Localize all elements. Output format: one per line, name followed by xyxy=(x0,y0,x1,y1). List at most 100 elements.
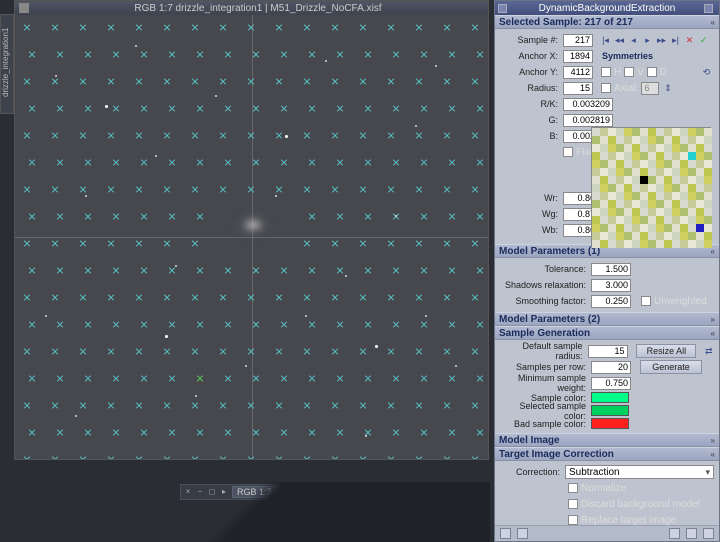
sample-marker[interactable] xyxy=(56,320,64,328)
sample-marker[interactable] xyxy=(443,185,451,193)
radius-input[interactable] xyxy=(563,82,593,95)
taskbar-item[interactable]: RGB 1:7 drizzle_integration1_DBE | <*ne.… xyxy=(232,486,436,498)
sample-marker[interactable] xyxy=(224,320,232,328)
sample-marker[interactable] xyxy=(191,347,199,355)
sample-marker[interactable] xyxy=(336,212,344,220)
sample-marker[interactable] xyxy=(476,104,484,112)
bad-color-swatch[interactable] xyxy=(591,418,629,429)
sample-marker[interactable] xyxy=(415,77,423,85)
sample-marker[interactable] xyxy=(79,239,87,247)
sample-marker[interactable] xyxy=(252,158,260,166)
sample-marker[interactable] xyxy=(359,401,367,409)
sample-marker[interactable] xyxy=(303,77,311,85)
sample-marker[interactable] xyxy=(331,347,339,355)
sample-marker[interactable] xyxy=(392,104,400,112)
sample-marker[interactable] xyxy=(196,266,204,274)
sample-marker[interactable] xyxy=(140,212,148,220)
sample-marker[interactable] xyxy=(471,455,479,459)
taskbar-menu-icon[interactable]: ▸ xyxy=(220,488,228,496)
taskbar-close-icon[interactable]: × xyxy=(184,488,192,496)
sample-marker[interactable] xyxy=(51,131,59,139)
image-canvas[interactable] xyxy=(15,15,488,459)
sample-marker[interactable] xyxy=(163,185,171,193)
image-window-titlebar[interactable]: RGB 1:7 drizzle_integration1 | M51_Drizz… xyxy=(15,1,488,15)
sample-marker[interactable] xyxy=(23,347,31,355)
sample-marker[interactable] xyxy=(219,23,227,31)
sample-marker[interactable] xyxy=(219,293,227,301)
sample-marker[interactable] xyxy=(443,455,451,459)
sample-marker[interactable] xyxy=(112,104,120,112)
sample-marker[interactable] xyxy=(392,50,400,58)
sample-marker[interactable] xyxy=(420,374,428,382)
sel-color-swatch[interactable] xyxy=(591,405,629,416)
sample-marker[interactable] xyxy=(448,320,456,328)
sample-marker[interactable] xyxy=(252,428,260,436)
sample-marker[interactable] xyxy=(28,320,36,328)
sample-marker[interactable] xyxy=(28,104,36,112)
image-side-tab[interactable]: drizzle_integration1 xyxy=(0,14,14,114)
tolerance-input[interactable] xyxy=(591,263,631,276)
sample-marker[interactable] xyxy=(415,131,423,139)
sample-marker[interactable] xyxy=(79,347,87,355)
sample-marker[interactable] xyxy=(23,401,31,409)
sample-marker[interactable] xyxy=(135,293,143,301)
discard-checkbox[interactable] xyxy=(568,499,578,509)
sample-marker[interactable] xyxy=(107,131,115,139)
sample-marker[interactable] xyxy=(191,131,199,139)
sample-marker[interactable] xyxy=(135,185,143,193)
sample-marker[interactable] xyxy=(79,131,87,139)
docs-icon[interactable] xyxy=(669,528,680,539)
sample-marker[interactable] xyxy=(308,374,316,382)
sample-marker[interactable] xyxy=(471,293,479,301)
sample-marker[interactable] xyxy=(415,185,423,193)
sample-marker[interactable] xyxy=(112,428,120,436)
sample-marker[interactable] xyxy=(392,320,400,328)
sample-marker[interactable] xyxy=(135,239,143,247)
sample-marker[interactable] xyxy=(107,293,115,301)
sample-marker[interactable] xyxy=(275,293,283,301)
sample-marker[interactable] xyxy=(331,239,339,247)
sample-marker[interactable] xyxy=(387,347,395,355)
sample-marker[interactable] xyxy=(275,455,283,459)
prev-page-icon[interactable]: ◂◂ xyxy=(614,35,625,46)
sample-marker[interactable] xyxy=(168,104,176,112)
sample-marker[interactable] xyxy=(359,185,367,193)
sample-marker[interactable] xyxy=(443,293,451,301)
apply-icon[interactable] xyxy=(517,528,528,539)
sample-marker[interactable] xyxy=(331,185,339,193)
sample-marker[interactable] xyxy=(392,428,400,436)
sample-marker[interactable] xyxy=(140,320,148,328)
sample-marker[interactable] xyxy=(107,347,115,355)
sample-marker[interactable] xyxy=(471,347,479,355)
resize-all-button[interactable]: Resize All xyxy=(636,344,696,358)
sample-marker[interactable] xyxy=(336,158,344,166)
sample-marker[interactable] xyxy=(336,104,344,112)
sample-marker[interactable] xyxy=(191,401,199,409)
sample-marker[interactable] xyxy=(308,320,316,328)
target-correction-header[interactable]: Target Image Correction« xyxy=(495,447,719,461)
sample-marker[interactable] xyxy=(191,23,199,31)
sample-marker[interactable] xyxy=(308,50,316,58)
sample-marker[interactable] xyxy=(23,239,31,247)
sample-marker[interactable] xyxy=(219,455,227,459)
sample-marker[interactable] xyxy=(448,212,456,220)
sample-marker[interactable] xyxy=(196,320,204,328)
sample-marker[interactable] xyxy=(168,212,176,220)
sample-marker[interactable] xyxy=(336,374,344,382)
sample-marker[interactable] xyxy=(51,23,59,31)
sample-marker[interactable] xyxy=(224,428,232,436)
sample-marker[interactable] xyxy=(224,374,232,382)
sample-marker[interactable] xyxy=(476,374,484,382)
sample-marker[interactable] xyxy=(168,266,176,274)
sample-marker[interactable] xyxy=(163,401,171,409)
sample-marker[interactable] xyxy=(140,428,148,436)
sample-marker[interactable] xyxy=(163,77,171,85)
sample-marker[interactable] xyxy=(84,374,92,382)
sample-marker[interactable] xyxy=(392,158,400,166)
sample-marker[interactable] xyxy=(79,23,87,31)
def-radius-input[interactable] xyxy=(588,345,628,358)
sample-marker[interactable] xyxy=(28,374,36,382)
correction-select[interactable]: Subtraction xyxy=(565,465,714,479)
shadows-input[interactable] xyxy=(591,279,631,292)
sample-marker[interactable] xyxy=(56,266,64,274)
